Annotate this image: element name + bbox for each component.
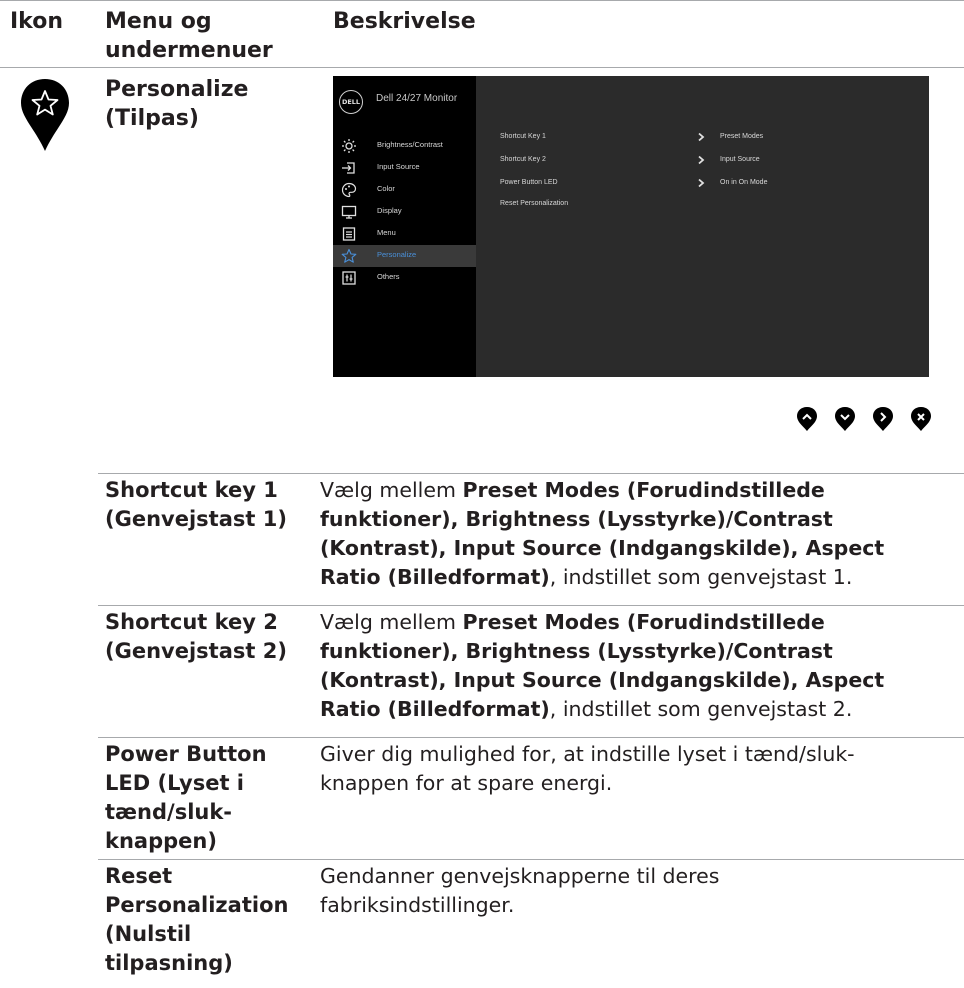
row-rule xyxy=(98,859,964,860)
desc-prefix: Vælg mellem xyxy=(320,610,463,634)
top-rule xyxy=(0,0,964,1)
desc-line: fabriksindstillinger. xyxy=(320,893,515,917)
osd-item-display[interactable]: Display xyxy=(333,201,476,223)
row-rule xyxy=(98,605,964,606)
osd-content: Shortcut Key 1 Preset Modes Shortcut Key… xyxy=(476,76,929,377)
dell-logo: DELL xyxy=(339,90,363,114)
header-menu-col-line1: Menu og xyxy=(105,9,212,34)
row-label-line: Personalization xyxy=(105,893,289,917)
chevron-right-icon xyxy=(698,132,705,142)
osd-item-personalize[interactable]: Personalize xyxy=(333,245,476,267)
header-menu-col-line2: undermenuer xyxy=(105,38,273,63)
row-label-line: tænd/sluk- xyxy=(105,800,233,824)
osd-item-label: Color xyxy=(377,184,395,193)
row-label-line: knappen) xyxy=(105,829,217,853)
desc-line: Giver dig mulighed for, at indstille lys… xyxy=(320,742,855,766)
sun-icon xyxy=(341,138,357,154)
osd-item-label: Brightness/Contrast xyxy=(377,140,443,149)
section-title-line1: Personalize xyxy=(105,77,249,102)
up-icon[interactable] xyxy=(796,406,818,432)
osd-row-label[interactable]: Reset Personalization xyxy=(500,200,568,207)
star-icon xyxy=(19,77,71,153)
desc-bold: Preset Modes (Forudindstillede xyxy=(462,478,825,502)
desc-bold: Ratio (Billedformat) xyxy=(320,565,550,589)
star-icon xyxy=(341,248,357,264)
desc-bold: (Kontrast), Input Source (Indgangskilde)… xyxy=(320,536,885,560)
osd-item-label: Input Source xyxy=(377,162,420,171)
others-icon xyxy=(341,270,357,286)
osd-item-label: Personalize xyxy=(377,250,417,259)
row-label-line: (Genvejstast 1) xyxy=(105,507,287,531)
desc-bold: Ratio (Billedformat) xyxy=(320,697,550,721)
down-icon[interactable] xyxy=(834,406,856,432)
osd-item-input-source[interactable]: Input Source xyxy=(333,157,476,179)
row-description: Gendanner genvejsknapperne til deres fab… xyxy=(320,862,960,920)
osd-row-value: On in On Mode xyxy=(720,179,768,186)
section-title-line2: (Tilpas) xyxy=(105,106,199,131)
osd-row-label[interactable]: Shortcut Key 2 xyxy=(500,156,546,163)
osd-item-menu[interactable]: Menu xyxy=(333,223,476,245)
row-rule xyxy=(98,473,964,474)
chevron-right-icon xyxy=(698,178,705,188)
row-description: Vælg mellem Preset Modes (Forudindstille… xyxy=(320,608,960,724)
desc-line: knappen for at spare energi. xyxy=(320,771,613,795)
menu-icon xyxy=(341,226,357,242)
osd-item-brightness[interactable]: Brightness/Contrast xyxy=(333,135,476,157)
osd-sidebar: DELL Dell 24/27 Monitor Brightness/Contr… xyxy=(333,76,476,377)
osd-screenshot: DELL Dell 24/27 Monitor Brightness/Contr… xyxy=(333,76,929,377)
row-label-line: Shortcut key 1 xyxy=(105,478,278,502)
desc-bold: Preset Modes (Forudindstillede xyxy=(462,610,825,634)
row-description: Vælg mellem Preset Modes (Forudindstille… xyxy=(320,476,960,592)
osd-row-label[interactable]: Power Button LED xyxy=(500,179,558,186)
osd-item-others[interactable]: Others xyxy=(333,267,476,289)
desc-suffix: , indstillet som genvejstast 1. xyxy=(549,565,853,589)
row-label-line: tilpasning) xyxy=(105,951,233,975)
osd-row-value: Input Source xyxy=(720,156,760,163)
desc-bold: funktioner), Brightness (Lysstyrke)/Cont… xyxy=(320,639,833,663)
desc-line: Gendanner genvejsknapperne til deres xyxy=(320,864,720,888)
desc-bold: funktioner), Brightness (Lysstyrke)/Cont… xyxy=(320,507,833,531)
osd-item-label: Display xyxy=(377,206,402,215)
row-label-line: Shortcut key 2 xyxy=(105,610,278,634)
row-description: Giver dig mulighed for, at indstille lys… xyxy=(320,740,960,798)
row-label-line: (Nulstil xyxy=(105,922,192,946)
desc-bold: (Kontrast), Input Source (Indgangskilde)… xyxy=(320,668,885,692)
osd-item-color[interactable]: Color xyxy=(333,179,476,201)
osd-title: Dell 24/27 Monitor xyxy=(376,93,458,104)
palette-icon xyxy=(341,182,357,198)
row-rule xyxy=(98,737,964,738)
osd-item-label: Menu xyxy=(377,228,396,237)
osd-row-label[interactable]: Shortcut Key 1 xyxy=(500,133,546,140)
osd-item-label: Others xyxy=(377,272,400,281)
row-label-line: (Genvejstast 2) xyxy=(105,639,287,663)
header-rule xyxy=(0,67,964,68)
input-icon xyxy=(341,160,357,176)
desc-suffix: , indstillet som genvejstast 2. xyxy=(549,697,853,721)
header-icon-col: Ikon xyxy=(10,9,64,34)
row-label-line: Reset xyxy=(105,864,173,888)
desc-prefix: Vælg mellem xyxy=(320,478,463,502)
right-icon[interactable] xyxy=(872,406,894,432)
row-label-line: LED (Lyset i xyxy=(105,771,245,795)
header-desc-col: Beskrivelse xyxy=(333,9,476,34)
chevron-right-icon xyxy=(698,155,705,165)
row-label-line: Power Button xyxy=(105,742,267,766)
osd-row-value: Preset Modes xyxy=(720,133,764,140)
monitor-icon xyxy=(341,204,357,220)
close-icon[interactable] xyxy=(910,406,932,432)
